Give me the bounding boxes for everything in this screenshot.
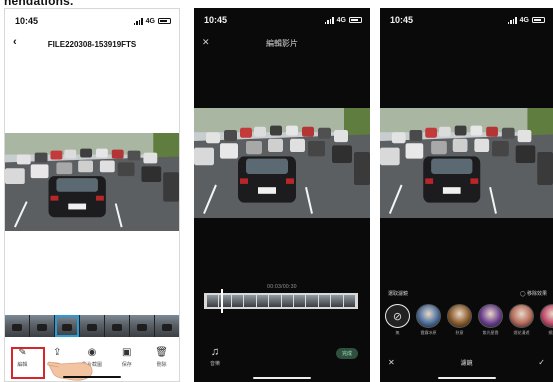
network-label: 4G bbox=[145, 17, 155, 25]
filter-option[interactable]: 紫光星雲 bbox=[477, 304, 504, 336]
chevron-left-icon[interactable]: ‹ bbox=[13, 36, 17, 48]
video-frame[interactable] bbox=[5, 133, 179, 231]
trash-icon: 🗑 bbox=[155, 347, 168, 358]
close-icon[interactable]: ✕ bbox=[202, 37, 210, 48]
filter-title: 濾鏡 bbox=[460, 360, 473, 367]
home-indicator bbox=[63, 376, 121, 378]
thumbnail[interactable] bbox=[130, 315, 154, 337]
filter-option[interactable]: 繽紛 bbox=[539, 304, 553, 336]
checkmark-icon[interactable]: ✓ bbox=[538, 358, 545, 367]
filter-option[interactable]: 秋意 bbox=[446, 304, 473, 336]
filter-list[interactable]: ⊘無霞霧冰原秋意紫光星雲煙花漫遊繽紛 bbox=[384, 304, 553, 336]
no-filter-icon: ⊘ bbox=[385, 304, 410, 328]
thumbnail-selected[interactable] bbox=[55, 315, 79, 337]
home-indicator bbox=[437, 377, 496, 379]
thumbnail-strip[interactable] bbox=[5, 315, 179, 337]
battery-icon bbox=[532, 17, 545, 23]
filter-label: 紫光星雲 bbox=[482, 330, 499, 335]
filter-preview bbox=[416, 304, 441, 328]
network-label: 4G bbox=[519, 16, 529, 24]
edit-header: ✕ 編輯影片 bbox=[194, 34, 370, 52]
music-button[interactable]: ♫ 音樂 bbox=[210, 346, 220, 367]
phone-screen-file-preview: 10:45 4G ‹ FILE220308-153919FTS ✎ 編輯 ⇪ ◉… bbox=[4, 8, 180, 382]
filter-preview bbox=[509, 304, 534, 328]
status-time: 10:45 bbox=[15, 16, 39, 26]
video-frame[interactable] bbox=[380, 108, 553, 218]
thumbnail[interactable] bbox=[30, 315, 54, 337]
file-title: FILE220308-153919FTS bbox=[47, 39, 137, 49]
filter-option[interactable]: 霞霧冰原 bbox=[415, 304, 442, 336]
edit-title: 編輯影片 bbox=[266, 38, 298, 48]
thumbnail[interactable] bbox=[155, 315, 179, 337]
remove-effect-button[interactable]: ◯ 移除效果 bbox=[520, 290, 547, 297]
filter-label: 煙花漫遊 bbox=[513, 330, 530, 335]
filter-label: 無 bbox=[395, 330, 400, 335]
thumbnail[interactable] bbox=[80, 315, 104, 337]
status-bar: 10:45 4G bbox=[390, 14, 545, 26]
filter-preview bbox=[447, 304, 472, 328]
edit-highlight-box bbox=[11, 347, 45, 379]
signal-icon bbox=[133, 17, 143, 25]
filter-option[interactable]: ⊘ 無 bbox=[384, 304, 411, 336]
phone-screen-edit-video: 10:45 4G ✕ 編輯影片 00:03/00:30 ♫ 音樂 完成 bbox=[194, 8, 370, 382]
status-bar: 10:45 4G bbox=[204, 14, 362, 26]
thumbnail[interactable] bbox=[5, 315, 29, 337]
filter-preview bbox=[540, 304, 553, 328]
delete-button[interactable]: 🗑 刪除 bbox=[147, 347, 177, 368]
music-note-icon: ♫ bbox=[210, 346, 220, 358]
save-icon: ▣ bbox=[122, 347, 132, 358]
phone-screen-filter: 10:45 4G 選取濾鏡 ◯ 移除效果 ⊘無霞霧冰原秋意紫光星雲煙花漫遊繽紛 … bbox=[380, 8, 553, 382]
filter-label: 秋意 bbox=[455, 330, 464, 335]
filter-label: 霞霧冰原 bbox=[420, 330, 437, 335]
thumbnail[interactable] bbox=[105, 315, 129, 337]
filter-bottom-bar: ✕ 濾鏡 ✓ bbox=[380, 356, 553, 368]
signal-icon bbox=[507, 16, 517, 24]
filter-option[interactable]: 煙花漫遊 bbox=[508, 304, 535, 336]
home-indicator bbox=[253, 377, 311, 379]
video-frame[interactable] bbox=[194, 108, 370, 218]
status-time: 10:45 bbox=[390, 15, 414, 25]
filter-heading: 選取濾鏡 bbox=[388, 291, 409, 297]
done-button[interactable]: 完成 bbox=[336, 348, 358, 359]
timeline-filmstrip[interactable] bbox=[204, 293, 358, 309]
battery-icon bbox=[158, 18, 171, 24]
status-time: 10:45 bbox=[204, 15, 228, 25]
cropped-caption: nendations. bbox=[4, 0, 74, 8]
filter-label: 繽紛 bbox=[548, 330, 553, 335]
signal-icon bbox=[324, 16, 334, 24]
save-button[interactable]: ▣ 保存 bbox=[112, 347, 142, 368]
battery-icon bbox=[349, 17, 362, 23]
close-icon[interactable]: ✕ bbox=[388, 358, 395, 367]
status-bar: 10:45 4G bbox=[15, 15, 171, 27]
playhead-handle[interactable] bbox=[221, 289, 223, 313]
network-label: 4G bbox=[336, 16, 346, 24]
filter-header: 選取濾鏡 ◯ 移除效果 bbox=[388, 290, 547, 297]
file-header: ‹ FILE220308-153919FTS bbox=[5, 35, 179, 53]
filter-preview bbox=[478, 304, 503, 328]
